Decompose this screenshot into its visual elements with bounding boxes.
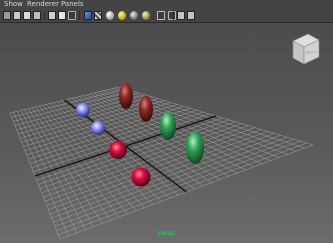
xray-icon[interactable] (168, 11, 176, 20)
xray-joints-icon[interactable] (177, 11, 185, 20)
blue-sphere-back[interactable] (76, 103, 90, 117)
viewcube[interactable]: RIGHT (290, 33, 320, 67)
grid-toggle-icon[interactable] (48, 11, 56, 20)
shadows-icon[interactable] (118, 11, 126, 20)
film-gate-icon[interactable] (58, 11, 66, 20)
green-ellipsoid-front[interactable] (186, 132, 204, 164)
camera-attributes-icon[interactable] (13, 11, 21, 20)
isolate-select-icon[interactable] (157, 11, 165, 20)
smooth-shade-icon[interactable] (84, 11, 92, 20)
menu-renderer[interactable]: Renderer (27, 0, 59, 9)
toolbar-separator (173, 11, 174, 20)
green-ellipsoid-back[interactable] (160, 112, 176, 140)
image-plane-icon[interactable] (33, 11, 41, 20)
blue-sphere-front[interactable] (91, 121, 105, 135)
bookmarks-icon[interactable] (23, 11, 31, 20)
use-all-lights-icon[interactable] (106, 11, 114, 20)
red-sphere-front[interactable] (131, 167, 151, 187)
menu-bar: Show Renderer Panels (0, 0, 333, 9)
ground-grid (9, 86, 314, 240)
toolbar-separator (153, 11, 154, 20)
red-sphere-back[interactable] (109, 141, 127, 159)
ambient-occlusion-icon[interactable] (130, 11, 138, 20)
camera-select-icon[interactable] (3, 11, 11, 20)
red-ellipsoid-front[interactable] (139, 96, 153, 122)
camera-name-label: persp (158, 230, 175, 237)
viewport-3d[interactable]: RIGHT persp (0, 23, 333, 243)
scene-canvas[interactable] (0, 23, 333, 243)
backface-culling-icon[interactable] (187, 11, 195, 20)
textured-icon[interactable] (94, 11, 102, 20)
viewcube-face-label: RIGHT (306, 51, 318, 55)
toolbar-separator (79, 11, 80, 20)
wireframe-icon[interactable] (68, 11, 76, 20)
motion-blur-icon[interactable] (142, 11, 150, 20)
viewport-toolbar (0, 9, 333, 23)
red-ellipsoid-back[interactable] (119, 83, 133, 109)
toolbar-separator (44, 11, 45, 20)
menu-panels[interactable]: Panels (61, 0, 84, 9)
menu-show[interactable]: Show (4, 0, 23, 9)
